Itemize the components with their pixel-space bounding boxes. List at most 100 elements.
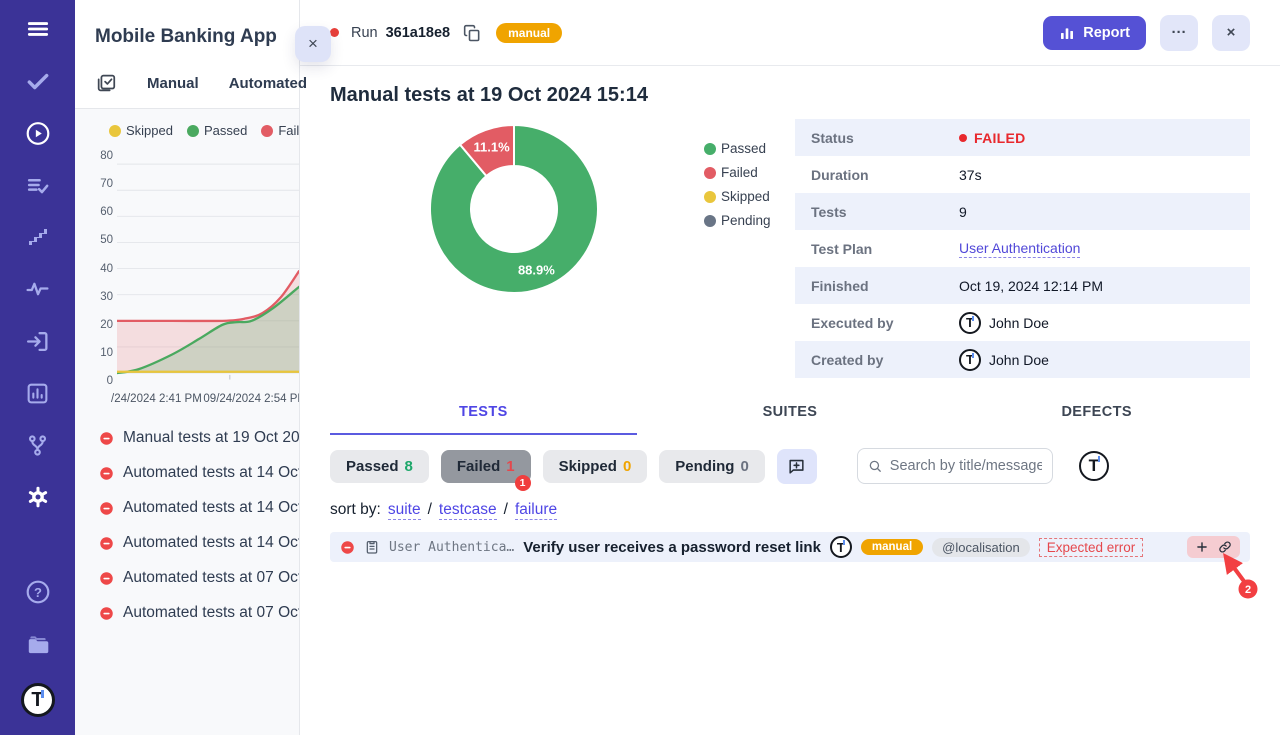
info-row-executed-by: Executed by TJohn Doe <box>795 304 1250 341</box>
filter-failed-button[interactable]: Failed1 1 <box>441 450 531 483</box>
list-check-icon[interactable] <box>25 172 51 198</box>
run-topbar: Run 361a18e8 manual Report ··· × <box>300 0 1280 66</box>
run-label: Run <box>351 25 378 41</box>
y-tick: 20 <box>100 319 113 331</box>
y-tick: 50 <box>100 234 113 246</box>
info-row-finished: Finished Oct 19, 2024 12:14 PM <box>795 267 1250 304</box>
tab-manual[interactable]: Manual <box>147 75 199 92</box>
failed-run-icon <box>99 466 114 481</box>
run-list-item[interactable]: Automated tests at 07 Oct 2 <box>99 604 299 622</box>
trend-plot <box>117 152 299 387</box>
y-tick: 60 <box>100 206 113 218</box>
activity-icon[interactable] <box>25 276 51 302</box>
expected-error-label: Expected error <box>1039 538 1144 557</box>
run-title: Manual tests at 19 Oct 2024 15:14 <box>330 84 1250 107</box>
add-icon[interactable] <box>1195 540 1209 554</box>
annotation-step-2: 2 <box>1245 584 1251 596</box>
tab-suites[interactable]: SUITES <box>637 404 944 435</box>
logo-icon: T <box>21 683 55 717</box>
run-summary: 88.9%11.1% PassedFailedSkippedPending St… <box>330 119 1250 378</box>
close-run-button[interactable]: × <box>1212 15 1250 51</box>
test-plan-link[interactable]: User Authentication <box>959 240 1080 258</box>
sign-in-icon[interactable] <box>25 328 51 354</box>
tab-defects[interactable]: DEFECTS <box>943 404 1250 435</box>
copy-run-id-button[interactable] <box>462 22 484 44</box>
failed-run-icon <box>99 536 114 551</box>
info-row-created-by: Created by TJohn Doe <box>795 341 1250 378</box>
project-panel: Mobile Banking App × Manual Automated Sk… <box>75 0 300 735</box>
run-info-table: Status FAILED Duration 37s Tests 9 Test … <box>795 119 1250 378</box>
svg-text:88.9%: 88.9% <box>518 263 555 278</box>
status-badge: FAILED <box>959 130 1026 146</box>
sort-by-testcase[interactable]: testcase <box>439 501 497 520</box>
project-title: Mobile Banking App <box>95 26 279 48</box>
legend-item: Failed <box>261 123 299 138</box>
y-tick: 40 <box>100 263 113 275</box>
test-tag[interactable]: @localisation <box>932 538 1030 557</box>
run-status-dot <box>330 28 339 37</box>
report-chart-icon[interactable] <box>25 380 51 406</box>
select-runs-icon[interactable] <box>95 72 117 94</box>
runs-type-tabs: Manual Automated <box>75 64 299 109</box>
failed-run-icon <box>99 571 114 586</box>
failed-run-icon <box>99 606 114 621</box>
report-button[interactable]: Report <box>1043 16 1146 50</box>
check-icon[interactable] <box>25 68 51 94</box>
panel-close-button[interactable]: × <box>295 26 331 62</box>
user-avatar: T <box>959 349 981 371</box>
help-icon[interactable]: ? <box>25 579 51 605</box>
y-tick: 70 <box>100 178 113 190</box>
failed-dot-icon <box>959 134 967 142</box>
link-icon[interactable] <box>1218 540 1232 554</box>
y-tick: 30 <box>100 291 113 303</box>
search-input[interactable] <box>890 458 1042 474</box>
legend-item: Failed <box>704 165 771 180</box>
test-type-badge: manual <box>861 539 923 555</box>
folder-icon[interactable] <box>25 631 51 657</box>
y-tick: 10 <box>100 347 113 359</box>
test-title[interactable]: Verify user receives a password reset li… <box>523 539 821 556</box>
donut-chart: 88.9% 11.1% <box>424 119 604 299</box>
trend-chart: 80706050403020100 <box>87 152 299 387</box>
legend-item: Passed <box>704 141 771 156</box>
sort-by-suite[interactable]: suite <box>388 501 421 520</box>
sort-by-failure[interactable]: failure <box>515 501 557 520</box>
search-icon <box>868 458 882 474</box>
legend-item: Passed <box>187 123 247 138</box>
annotation-step-1: 1 <box>515 475 531 491</box>
project-panel-body: SkippedPassedFailed 80706050403020100 /2… <box>75 109 299 735</box>
suite-name[interactable]: User Authentica… <box>389 540 514 555</box>
x-tick: 09/24/2024 2:54 PM <box>203 393 299 405</box>
tab-tests[interactable]: TESTS <box>330 404 637 435</box>
comment-plus-icon <box>787 457 806 476</box>
run-list-item[interactable]: Manual tests at 19 Oct 2024 <box>99 429 299 447</box>
menu-icon[interactable] <box>25 16 51 42</box>
user-avatar: T <box>959 312 981 334</box>
failed-test-icon <box>340 540 355 555</box>
branch-icon[interactable] <box>25 432 51 458</box>
run-list-item[interactable]: Automated tests at 14 Oct 2 <box>99 464 299 482</box>
settings-gear-icon[interactable] <box>25 484 51 510</box>
user-avatar[interactable]: T <box>21 683 55 717</box>
filter-skipped-button[interactable]: Skipped0 <box>543 450 648 483</box>
filter-passed-button[interactable]: Passed8 <box>330 450 429 483</box>
svg-text:11.1%: 11.1% <box>474 139 511 154</box>
run-detail: Run 361a18e8 manual Report ··· × Manual … <box>300 0 1280 735</box>
trend-x-axis: /24/2024 2:41 PM 09/24/2024 2:54 PM <box>111 393 299 405</box>
add-comment-button[interactable] <box>777 449 817 484</box>
test-result-row[interactable]: User Authentica… Verify user receives a … <box>330 532 1250 562</box>
sort-row: sort by: suite / testcase / failure <box>330 501 1250 520</box>
legend-item: Skipped <box>109 123 173 138</box>
run-list-item[interactable]: Automated tests at 14 Oct 2 <box>99 534 299 552</box>
svg-text:?: ? <box>34 585 42 600</box>
run-list-item[interactable]: Automated tests at 14 Oct 2 <box>99 499 299 517</box>
more-button[interactable]: ··· <box>1160 15 1198 51</box>
run-id: 361a18e8 <box>386 25 451 41</box>
play-circle-icon[interactable] <box>25 120 51 146</box>
run-list-item[interactable]: Automated tests at 07 Oct 2 <box>99 569 299 587</box>
assignee-filter-avatar[interactable]: T <box>1079 451 1109 481</box>
filter-pending-button[interactable]: Pending0 <box>659 450 765 483</box>
trend-y-axis: 80706050403020100 <box>87 152 117 387</box>
tab-automated[interactable]: Automated <box>229 75 307 92</box>
steps-icon[interactable] <box>25 224 51 250</box>
